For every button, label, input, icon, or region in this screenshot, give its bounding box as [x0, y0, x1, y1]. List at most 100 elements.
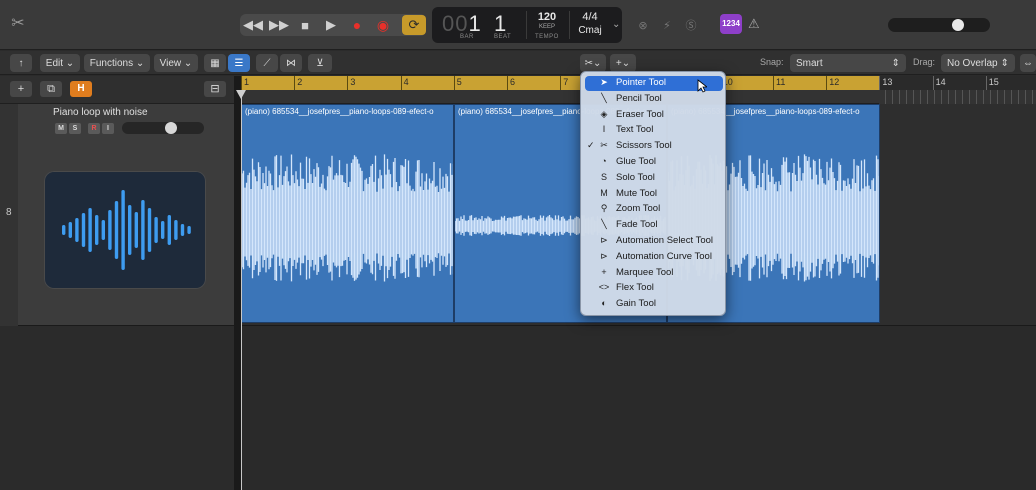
chevron-down-icon[interactable]: ⌄: [612, 19, 620, 30]
ruler-bar-5: 5: [453, 76, 462, 90]
flex-view-icon[interactable]: ⋈: [280, 54, 302, 72]
volume-knob[interactable]: [952, 19, 964, 31]
record-enable-button[interactable]: R: [88, 123, 100, 134]
automation-select-icon: ⊳: [600, 235, 608, 245]
tool-menu-item[interactable]: ◐ Gain Tool: [585, 297, 723, 312]
tool-menu-item[interactable]: I Text Tool: [585, 123, 723, 138]
tool-menu: ➤ Pointer Tool ╲ Pencil Tool ◈ Eraser Tool I Te…: [580, 71, 726, 316]
list-view-icon[interactable]: ☰: [228, 54, 250, 72]
add-track-button[interactable]: +: [10, 81, 32, 97]
grid-view-icon[interactable]: ▦: [204, 54, 226, 72]
tuning-icon[interactable]: ⚡: [658, 16, 676, 34]
playhead[interactable]: [241, 90, 242, 490]
cycle-button[interactable]: ⟳: [402, 15, 426, 35]
fast-forward-button[interactable]: ▶▶: [266, 14, 292, 36]
tracks-toolbar: ↑ Edit ⌄ Functions ⌄ View ⌄ ▦ ☰ ⟋ ⋈ ⊻ ✂⌄…: [0, 51, 1036, 75]
tool-menu-item[interactable]: S Solo Tool: [585, 171, 723, 186]
waveform-icon: [62, 190, 191, 270]
playhead-handle[interactable]: [236, 90, 246, 99]
edit-menu[interactable]: Edit ⌄: [40, 54, 80, 72]
play-button[interactable]: ▶: [318, 14, 344, 36]
lcd-display[interactable]: 001 1 BAR BEAT 120 KEEP TEMPO 4/4 Cmaj ⌄: [432, 7, 622, 43]
transport-controls: ◀◀ ▶▶ ■ ▶ ● ◉ ⟳: [240, 14, 426, 36]
capture-recording-button[interactable]: ◉: [370, 14, 396, 36]
duplicate-track-icon[interactable]: ⧉: [40, 81, 62, 97]
tool-menu-item[interactable]: ⊳ Automation Select Tool: [585, 234, 723, 249]
glue-icon: ◔: [601, 156, 607, 166]
lcd-key: Cmaj: [578, 25, 602, 36]
fade-icon: ╲: [601, 219, 607, 230]
lcd-tempo-label: TEMPO: [535, 34, 559, 40]
ruler-bar-12: 12: [826, 76, 839, 90]
logic-pro-window: ✂ ◀◀ ▶▶ ■ ▶ ● ◉ ⟳ 001 1 BAR BEAT 120 KEE…: [0, 0, 1036, 490]
pointer-icon: ➤: [600, 77, 608, 87]
solo-mode-icon[interactable]: Ⓢ: [682, 16, 700, 34]
tool-menu-item[interactable]: ◈ Eraser Tool: [585, 108, 723, 123]
track-name[interactable]: Piano loop with noise: [53, 107, 148, 118]
lcd-tempo-mode: KEEP: [538, 24, 555, 30]
tool-menu-item-label: Mute Tool: [616, 187, 658, 199]
tool-menu-item[interactable]: ⚲ Zoom Tool: [585, 202, 723, 217]
track-volume-slider[interactable]: [122, 122, 204, 134]
lcd-bar-label: BAR: [460, 34, 474, 40]
mouse-cursor-icon: [697, 79, 707, 93]
tool-menu-item-label: Text Tool: [616, 124, 654, 136]
functions-menu[interactable]: Functions ⌄: [84, 54, 150, 72]
tool-menu-item-label: Pointer Tool: [616, 77, 666, 88]
automation-curve-icon: ⊳: [600, 250, 608, 261]
count-in-button[interactable]: 1234: [720, 14, 742, 34]
right-tool-menu[interactable]: +⌄: [610, 54, 636, 72]
pane-divider[interactable]: [234, 76, 241, 490]
tool-menu-item[interactable]: ╲ Pencil Tool: [585, 92, 723, 107]
mode-buttons: ⊗ ⚡ Ⓢ: [634, 16, 700, 34]
back-arrow-icon[interactable]: ↑: [10, 54, 32, 72]
track-headers: + ⧉ H ⊟ 8 Piano loop with noise M S R I: [0, 76, 234, 490]
tool-menu-item[interactable]: <> Flex Tool: [585, 281, 723, 296]
checkmark-icon: ✓: [587, 140, 595, 151]
tool-menu-item[interactable]: M Mute Tool: [585, 187, 723, 202]
expand-icon[interactable]: ⇔: [1020, 54, 1036, 72]
snap-label: Snap:: [760, 57, 784, 67]
metronome-icon[interactable]: ⚠: [748, 16, 760, 32]
tool-menu-item-label: Automation Select Tool: [616, 235, 713, 246]
ruler-bar-11: 11: [773, 76, 785, 90]
tool-menu-item[interactable]: ◔ Glue Tool: [585, 155, 723, 170]
tool-menu-item[interactable]: + Marquee Tool: [585, 266, 723, 281]
waveform: [242, 154, 453, 282]
rewind-button[interactable]: ◀◀: [240, 14, 266, 36]
global-tracks-icon[interactable]: ⊟: [204, 81, 226, 97]
drag-label: Drag:: [913, 57, 936, 67]
tool-menu-item-label: Zoom Tool: [616, 203, 661, 215]
automation-icon[interactable]: ⟋: [256, 54, 278, 72]
tool-menu-item-label: Marquee Tool: [616, 266, 674, 278]
view-menu[interactable]: View ⌄: [154, 54, 198, 72]
low-latency-icon[interactable]: ⊗: [634, 16, 652, 34]
stop-button[interactable]: ■: [292, 14, 318, 36]
control-bar: ✂ ◀◀ ▶▶ ■ ▶ ● ◉ ⟳ 001 1 BAR BEAT 120 KEE…: [0, 0, 1036, 50]
mute-icon: M: [600, 187, 608, 198]
track-volume-knob[interactable]: [165, 122, 177, 134]
left-tool-menu[interactable]: ✂⌄: [580, 54, 606, 72]
master-volume-slider[interactable]: [888, 18, 990, 32]
tool-menu-item[interactable]: ⊳ Automation Curve Tool: [585, 250, 723, 265]
hide-button[interactable]: H: [70, 81, 92, 97]
tool-menu-item[interactable]: ╲ Fade Tool: [585, 218, 723, 233]
solo-icon: S: [600, 171, 607, 182]
pencil-icon: ╲: [601, 92, 607, 103]
lcd-beat-label: BEAT: [494, 34, 512, 40]
tool-menu-item[interactable]: ✓ ✂ Scissors Tool: [585, 139, 723, 154]
tool-menu-item-label: Automation Curve Tool: [616, 250, 712, 262]
mute-button[interactable]: M: [55, 123, 67, 134]
input-monitor-button[interactable]: I: [102, 123, 114, 134]
track-header[interactable]: 8 Piano loop with noise M S R I: [0, 104, 234, 326]
ruler-bar-15: 15: [985, 76, 999, 90]
tool-menu-item-label: Glue Tool: [616, 156, 656, 167]
solo-button[interactable]: S: [69, 123, 81, 134]
record-button[interactable]: ●: [344, 14, 370, 36]
ruler-bar-7: 7: [560, 76, 568, 90]
audio-region[interactable]: (piano) 685534__josefpres__piano-loops-0…: [241, 104, 454, 323]
scissors-icon[interactable]: ✂: [8, 14, 28, 34]
catch-icon[interactable]: ⊻: [308, 54, 332, 72]
drag-select[interactable]: No Overlap ⇕: [941, 54, 1015, 72]
snap-select[interactable]: Smart ⇕: [790, 54, 906, 72]
